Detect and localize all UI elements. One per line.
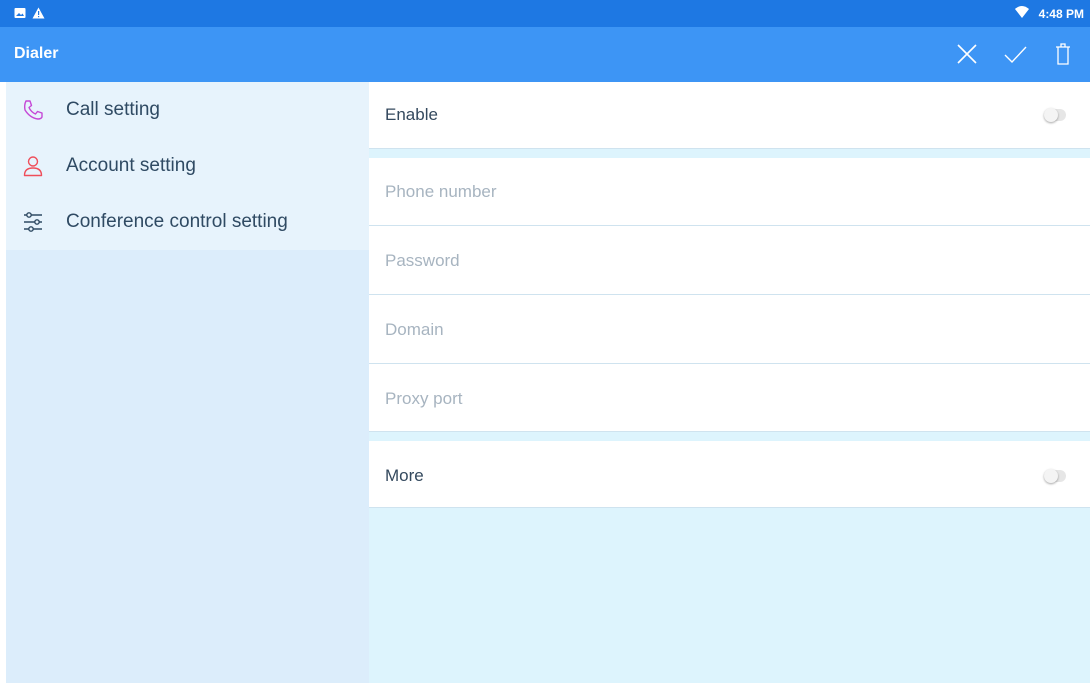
check-icon — [1004, 46, 1027, 64]
confirm-button[interactable] — [1002, 41, 1028, 67]
app-title: Dialer — [14, 45, 59, 62]
more-toggle[interactable] — [1044, 469, 1066, 483]
person-icon — [20, 153, 46, 179]
domain-field[interactable]: Domain — [369, 295, 1090, 364]
status-time: 4:48 PM — [1038, 6, 1084, 21]
sidebar-item-label: Call setting — [66, 99, 160, 120]
sidebar-item-account-setting[interactable]: Account setting — [6, 138, 369, 194]
delete-icon — [1056, 43, 1070, 65]
warning-icon — [32, 6, 45, 24]
sidebar: Call setting Account setting Conference … — [6, 82, 369, 683]
close-icon — [957, 44, 977, 64]
password-field[interactable]: Password — [369, 226, 1090, 295]
proxy-port-field[interactable]: Proxy port — [369, 364, 1090, 432]
phone-number-field[interactable]: Phone number — [369, 158, 1090, 226]
proxy-port-placeholder: Proxy port — [385, 389, 463, 408]
domain-placeholder: Domain — [385, 320, 444, 339]
password-placeholder: Password — [385, 251, 460, 270]
toggle-knob — [1044, 469, 1058, 483]
wifi-icon — [1014, 6, 1029, 21]
sidebar-item-label: Account setting — [66, 155, 196, 176]
app-bar: Dialer — [0, 27, 1090, 82]
more-row[interactable]: More — [369, 441, 1090, 508]
sidebar-item-label: Conference control setting — [66, 211, 288, 232]
image-notification-icon — [14, 6, 26, 24]
delete-button[interactable] — [1050, 41, 1076, 67]
sidebar-item-conference-control-setting[interactable]: Conference control setting — [6, 194, 369, 250]
enable-toggle[interactable] — [1044, 108, 1066, 122]
enable-label: Enable — [385, 105, 438, 124]
phone-icon — [20, 97, 46, 123]
sliders-icon — [20, 209, 46, 235]
enable-row[interactable]: Enable — [369, 82, 1090, 149]
close-button[interactable] — [954, 41, 980, 67]
status-bar: 4:48 PM — [0, 0, 1090, 27]
phone-number-placeholder: Phone number — [385, 182, 497, 201]
settings-panel: Enable Phone number Password Domain Prox… — [369, 82, 1090, 683]
toggle-knob — [1044, 108, 1058, 122]
sidebar-item-call-setting[interactable]: Call setting — [6, 82, 369, 138]
more-label: More — [385, 466, 424, 485]
